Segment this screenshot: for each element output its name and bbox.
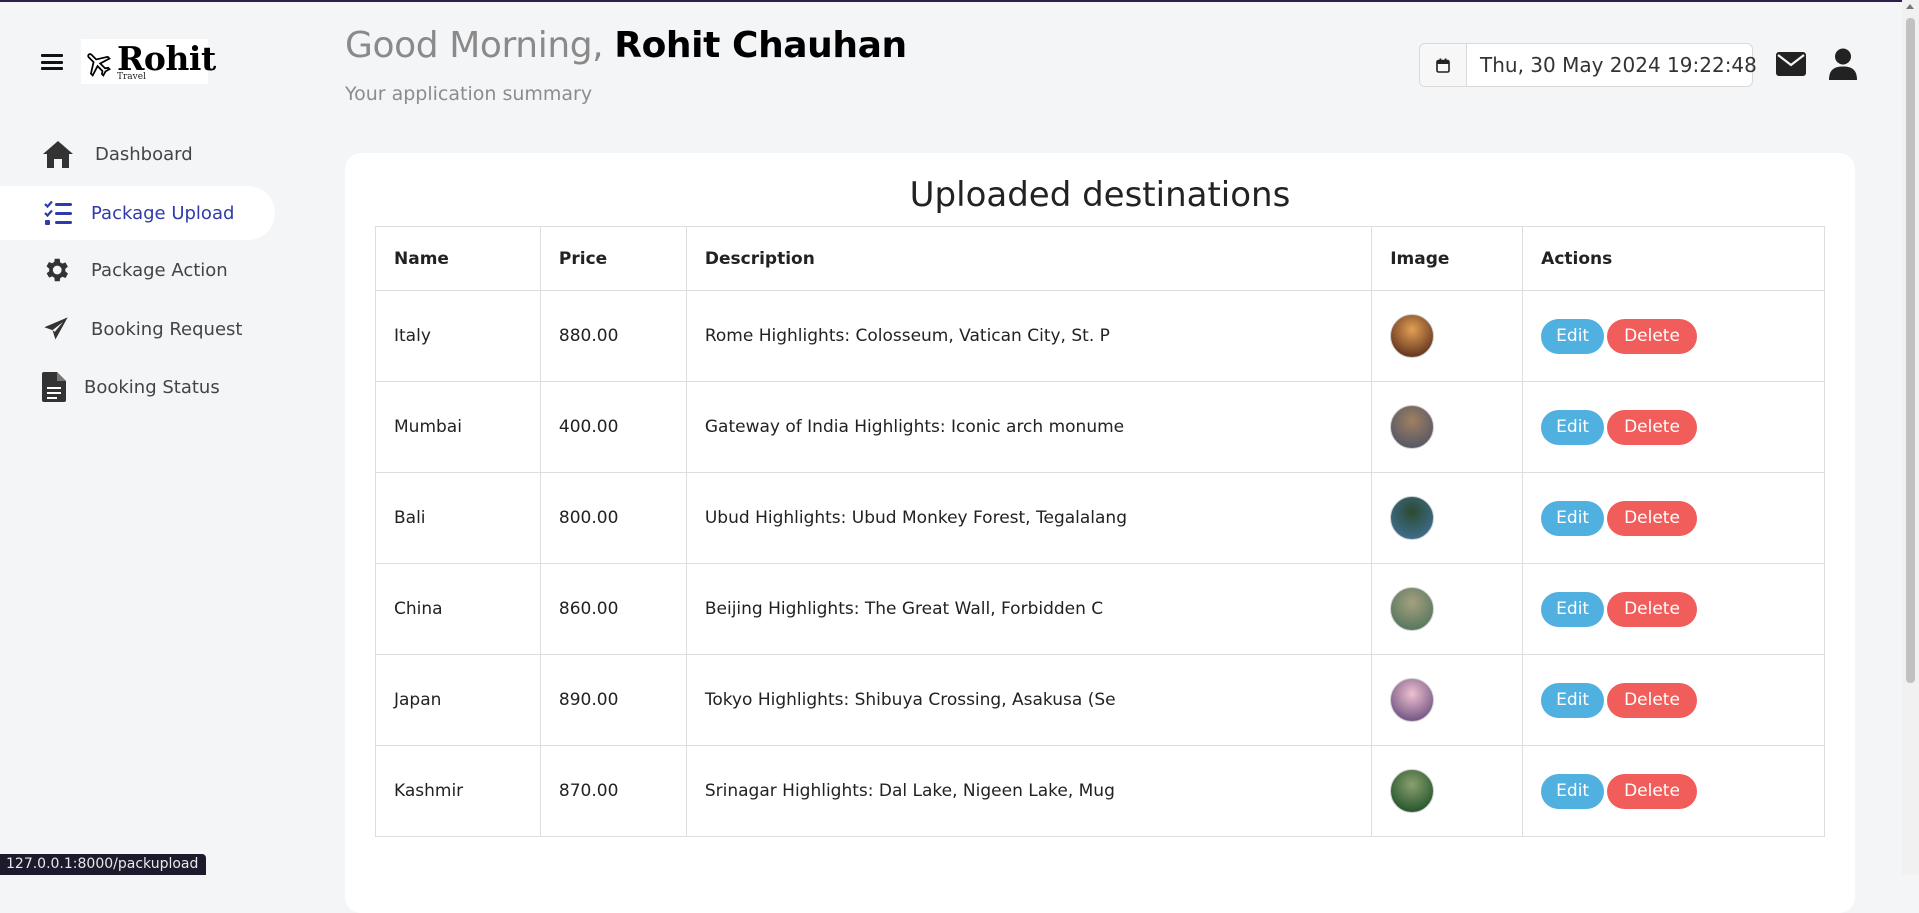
table-row: Kashmir 870.00 Srinagar Highlights: Dal La… bbox=[375, 745, 1825, 837]
scrollbar-thumb[interactable] bbox=[1906, 18, 1915, 683]
edit-button[interactable]: Edit bbox=[1541, 591, 1605, 627]
image-cell bbox=[1371, 472, 1524, 564]
gear-icon bbox=[40, 254, 72, 286]
destination-price: 400.00 bbox=[539, 381, 687, 473]
destination-thumbnail bbox=[1390, 314, 1435, 358]
destination-description: Rome Highlights: Colosseum, Vatican City… bbox=[685, 290, 1373, 382]
delete-button[interactable]: Delete bbox=[1607, 591, 1697, 627]
table-header-row: Name Price Description Image Actions bbox=[375, 226, 1825, 291]
destination-thumbnail bbox=[1390, 678, 1435, 722]
sidebar-item-label: Booking Status bbox=[84, 376, 220, 398]
column-header-description: Description bbox=[685, 226, 1373, 291]
column-header-actions: Actions bbox=[1522, 226, 1825, 291]
destination-price: 800.00 bbox=[539, 472, 687, 564]
destination-thumbnail bbox=[1390, 496, 1435, 540]
image-cell bbox=[1371, 654, 1524, 746]
destinations-table: Name Price Description Image Actions Ita… bbox=[375, 226, 1825, 837]
actions-cell: Edit Delete bbox=[1522, 472, 1825, 564]
destination-thumbnail bbox=[1390, 769, 1435, 813]
destination-description: Tokyo Highlights: Shibuya Crossing, Asak… bbox=[685, 654, 1373, 746]
user-name: Rohit Chauhan bbox=[614, 25, 907, 66]
edit-button[interactable]: Edit bbox=[1541, 318, 1605, 354]
sidebar-item-booking-status[interactable]: Booking Status bbox=[0, 360, 275, 414]
mail-icon[interactable] bbox=[1776, 52, 1806, 80]
menu-toggle-button[interactable] bbox=[41, 52, 63, 72]
document-icon bbox=[38, 371, 70, 403]
home-icon bbox=[42, 138, 74, 170]
actions-cell: Edit Delete bbox=[1522, 381, 1825, 473]
destination-thumbnail bbox=[1390, 405, 1435, 449]
table-row: China 860.00 Beijing Highlights: The Great… bbox=[375, 563, 1825, 655]
greeting-text: Good Morning, bbox=[345, 25, 604, 66]
sidebar: Rohit Travel Dashboard Package Upload Pa… bbox=[0, 0, 290, 875]
edit-button[interactable]: Edit bbox=[1541, 500, 1605, 536]
actions-cell: Edit Delete bbox=[1522, 745, 1825, 837]
date-display: Thu, 30 May 2024 19:22:48 bbox=[1419, 43, 1757, 87]
destination-name: Japan bbox=[375, 654, 541, 746]
delete-button[interactable]: Delete bbox=[1607, 682, 1697, 718]
user-profile-icon[interactable] bbox=[1829, 48, 1857, 84]
sidebar-item-label: Booking Request bbox=[91, 318, 243, 340]
destination-description: Beijing Highlights: The Great Wall, Forb… bbox=[685, 563, 1373, 655]
destination-description: Gateway of India Highlights: Iconic arch… bbox=[685, 381, 1373, 473]
hamburger-line bbox=[41, 54, 63, 57]
page-subtitle: Your application summary bbox=[345, 83, 593, 105]
actions-cell: Edit Delete bbox=[1522, 290, 1825, 382]
actions-cell: Edit Delete bbox=[1522, 563, 1825, 655]
image-cell bbox=[1371, 381, 1524, 473]
destination-description: Srinagar Highlights: Dal Lake, Nigeen La… bbox=[685, 745, 1373, 837]
sidebar-item-booking-request[interactable]: Booking Request bbox=[0, 302, 275, 356]
sidebar-item-package-action[interactable]: Package Action bbox=[0, 243, 275, 297]
page-scrollbar[interactable] bbox=[1902, 0, 1919, 875]
current-datetime: Thu, 30 May 2024 19:22:48 bbox=[1480, 53, 1757, 77]
delete-button[interactable]: Delete bbox=[1607, 318, 1697, 354]
delete-button[interactable]: Delete bbox=[1607, 500, 1697, 536]
calendar-icon bbox=[1420, 44, 1467, 86]
destination-price: 860.00 bbox=[539, 563, 687, 655]
delete-button[interactable]: Delete bbox=[1607, 773, 1697, 809]
sidebar-item-label: Package Action bbox=[91, 259, 228, 281]
sidebar-item-label: Package Upload bbox=[91, 202, 235, 224]
sidebar-item-label: Dashboard bbox=[95, 143, 193, 165]
destination-name: Kashmir bbox=[375, 745, 541, 837]
edit-button[interactable]: Edit bbox=[1541, 682, 1605, 718]
hamburger-line bbox=[41, 60, 63, 64]
image-cell bbox=[1371, 745, 1524, 837]
destination-thumbnail bbox=[1390, 587, 1435, 631]
edit-button[interactable]: Edit bbox=[1541, 773, 1605, 809]
list-check-icon bbox=[42, 197, 74, 229]
image-cell bbox=[1371, 290, 1524, 382]
edit-button[interactable]: Edit bbox=[1541, 409, 1605, 445]
destination-name: Italy bbox=[375, 290, 541, 382]
table-row: Mumbai 400.00 Gateway of India Highlights:… bbox=[375, 381, 1825, 473]
card-title: Uploaded destinations bbox=[909, 175, 1291, 215]
column-header-name: Name bbox=[375, 226, 541, 291]
paper-plane-icon bbox=[40, 313, 72, 345]
brand-logo[interactable]: Rohit Travel bbox=[81, 39, 216, 84]
actions-cell: Edit Delete bbox=[1522, 654, 1825, 746]
table-row: Italy 880.00 Rome Highlights: Colosseum, V… bbox=[375, 290, 1825, 382]
destinations-card: Uploaded destinations Name Price Descrip… bbox=[345, 153, 1855, 913]
brand-subtitle: Travel bbox=[117, 72, 146, 82]
destination-price: 870.00 bbox=[539, 745, 687, 837]
column-header-price: Price bbox=[539, 226, 687, 291]
destination-price: 890.00 bbox=[539, 654, 687, 746]
sidebar-item-dashboard[interactable]: Dashboard bbox=[0, 127, 275, 181]
image-cell bbox=[1371, 563, 1524, 655]
column-header-image: Image bbox=[1371, 226, 1524, 291]
destination-name: Mumbai bbox=[375, 381, 541, 473]
hamburger-line bbox=[41, 67, 63, 70]
greeting-heading: Good Morning, Rohit Chauhan bbox=[345, 22, 907, 70]
sidebar-item-package-upload[interactable]: Package Upload bbox=[0, 186, 275, 240]
scroll-up-arrow-icon[interactable] bbox=[1906, 4, 1914, 9]
destination-name: Bali bbox=[375, 472, 541, 564]
destination-name: China bbox=[375, 563, 541, 655]
destination-description: Ubud Highlights: Ubud Monkey Forest, Teg… bbox=[685, 472, 1373, 564]
table-row: Japan 890.00 Tokyo Highlights: Shibuya Cro… bbox=[375, 654, 1825, 746]
destination-price: 880.00 bbox=[539, 290, 687, 382]
table-row: Bali 800.00 Ubud Highlights: Ubud Monkey F… bbox=[375, 472, 1825, 564]
delete-button[interactable]: Delete bbox=[1607, 409, 1697, 445]
airplane-icon bbox=[87, 53, 111, 77]
link-status-url: 127.0.0.1:8000/packupload bbox=[0, 854, 207, 875]
